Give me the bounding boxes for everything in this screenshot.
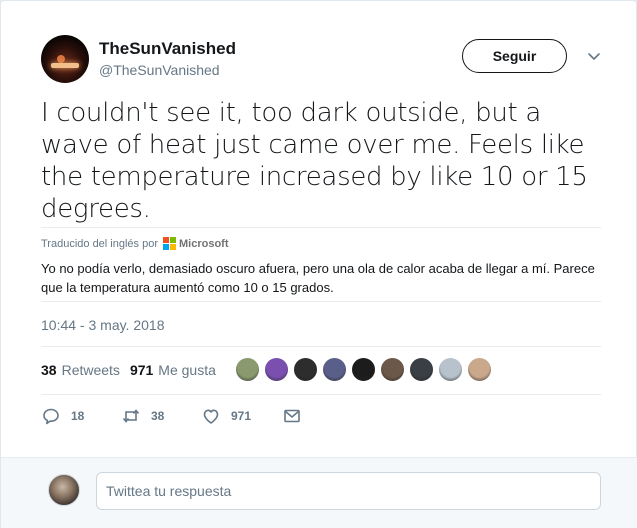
tweet-card: TheSunVanished @TheSunVanished Seguir I … (0, 0, 637, 528)
liker-avatar[interactable] (293, 357, 318, 382)
translation-label: Traducido del inglés por (41, 237, 158, 250)
envelope-icon (284, 409, 300, 423)
translated-text: Yo no podía verlo, demasiado oscuro afue… (41, 261, 595, 295)
liker-avatar[interactable] (438, 357, 463, 382)
liker-avatar[interactable] (322, 357, 347, 382)
retweet-icon (122, 409, 140, 423)
tweet-header: TheSunVanished @TheSunVanished Seguir (41, 35, 611, 85)
microsoft-logo-icon (163, 237, 176, 250)
like-action[interactable]: 971 (201, 406, 251, 426)
reply-composer: Twittea tu respuesta (1, 457, 637, 528)
divider (41, 394, 601, 395)
heart-icon (203, 409, 219, 424)
retweet-action[interactable]: 38 (121, 406, 164, 426)
likes-label: Me gusta (158, 362, 216, 378)
retweets-label: Retweets (61, 362, 120, 378)
likes-stat[interactable]: 971 Me gusta (130, 362, 216, 378)
like-count: 971 (231, 409, 252, 423)
tweet-text: I couldn't see it, too dark outside, but… (41, 98, 588, 224)
retweets-stat[interactable]: 38 Retweets (41, 362, 120, 378)
reply-icon (43, 408, 59, 425)
user-handle[interactable]: @TheSunVanished (99, 62, 220, 78)
retweet-count: 38 (151, 409, 165, 423)
divider (41, 227, 601, 228)
chevron-down-icon[interactable] (587, 49, 601, 63)
reply-count: 18 (71, 409, 85, 423)
liker-avatar[interactable] (380, 357, 405, 382)
avatar[interactable] (41, 35, 89, 83)
follow-button[interactable]: Seguir (462, 39, 567, 73)
divider (41, 301, 601, 302)
tweet-stats: 38 Retweets 971 Me gusta (41, 362, 226, 378)
user-name[interactable]: TheSunVanished (99, 39, 236, 59)
translation-provider[interactable]: Microsoft (179, 238, 229, 250)
liker-avatar[interactable] (264, 357, 289, 382)
retweets-count: 38 (41, 362, 57, 378)
likers-avatars (235, 357, 496, 382)
liker-avatar[interactable] (467, 357, 492, 382)
reply-action[interactable]: 18 (41, 406, 84, 426)
translation-attribution: Traducido del inglés por Microsoft (41, 237, 229, 250)
my-avatar (48, 474, 80, 506)
tweet-timestamp[interactable]: 10:44 - 3 may. 2018 (41, 317, 164, 333)
liker-avatar[interactable] (235, 357, 260, 382)
liker-avatar[interactable] (351, 357, 376, 382)
dm-action[interactable] (282, 406, 312, 426)
liker-avatar[interactable] (409, 357, 434, 382)
likes-count: 971 (129, 362, 154, 378)
reply-input[interactable]: Twittea tu respuesta (96, 472, 601, 510)
divider (41, 346, 601, 347)
